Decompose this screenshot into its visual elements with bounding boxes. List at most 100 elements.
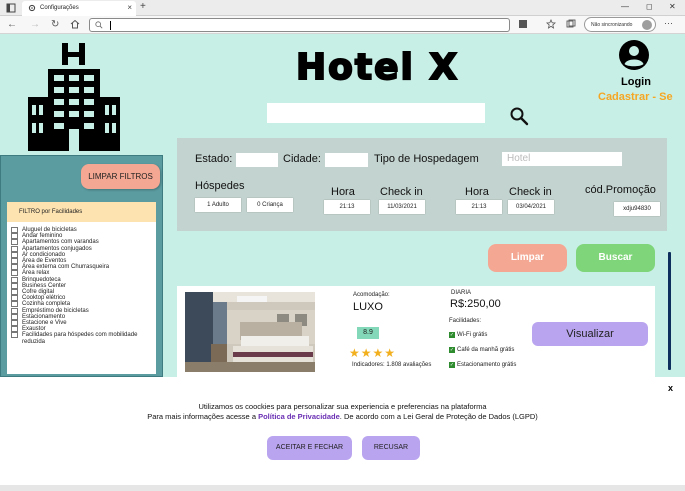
tipo-hospedagem-label: Tipo de Hospedagem — [374, 153, 479, 165]
refresh-icon[interactable]: ↻ — [51, 19, 59, 31]
cookie-message-line1: Utilizamos os coockies para personalizar… — [198, 402, 487, 411]
estado-input[interactable] — [236, 153, 278, 167]
facility-checkbox[interactable] — [11, 320, 18, 327]
facility-checkbox — [11, 339, 18, 345]
hora-label-1: Hora — [331, 186, 355, 198]
facility-checkbox[interactable] — [11, 264, 18, 271]
hora-label-2: Hora — [465, 186, 489, 198]
facility-label: Café da manhã grátis — [457, 347, 515, 353]
cookie-text-before: Para mais informações acesse a — [147, 412, 259, 421]
browser-tab[interactable]: Configurações × — [22, 1, 136, 16]
facility-checkbox[interactable] — [11, 270, 18, 277]
checkin-label-2: Check in — [509, 186, 552, 198]
privacy-policy-link[interactable]: Política de Privacidade — [258, 412, 340, 421]
facility-checkbox[interactable] — [11, 295, 18, 302]
tab-title: Configurações — [40, 5, 79, 11]
favorites-star-icon[interactable] — [546, 19, 556, 29]
room-photo[interactable] — [185, 292, 315, 372]
reader-view-icon[interactable] — [518, 19, 528, 29]
facility-checkbox[interactable] — [11, 313, 18, 320]
promo-code-label: cód.Promoção — [585, 184, 656, 196]
search-icon — [95, 21, 103, 29]
facility-checkbox[interactable] — [11, 251, 18, 258]
hospedes-label: Hóspedes — [195, 180, 245, 192]
clear-button[interactable]: Limpar — [488, 244, 567, 272]
signup-link[interactable]: Cadastrar - Se — [598, 91, 673, 103]
minimize-button[interactable]: — — [621, 2, 629, 11]
tipo-hospedagem-select[interactable]: Hotel — [502, 152, 622, 166]
hotel-building-logo — [28, 43, 120, 151]
user-account-icon[interactable] — [618, 39, 650, 71]
daily-rate-price: R$:250,00 — [450, 298, 501, 310]
close-banner-button[interactable]: x — [668, 383, 673, 393]
promo-code-input[interactable]: xdju94830 — [614, 202, 660, 216]
sync-status-button[interactable]: Não sincronizando — [584, 17, 656, 32]
star-rating: ★★★★ — [349, 346, 397, 360]
results-scrollbar[interactable] — [668, 252, 671, 370]
facility-label: Estacionamento grátis — [457, 362, 517, 368]
cookie-text-after: . De acordo com a Lei Geral de Proteção … — [339, 412, 538, 421]
facilities-filter-header: FILTRO por Facilidades — [7, 202, 156, 222]
clear-filters-button[interactable]: LIMPAR FILTROS — [81, 164, 160, 189]
collections-icon[interactable] — [566, 19, 576, 29]
check-icon: ✓ — [449, 362, 455, 368]
profile-avatar-icon — [642, 20, 652, 30]
window-bottom-edge — [0, 485, 685, 491]
facility-checkbox[interactable] — [11, 307, 18, 314]
facility-checkbox[interactable] — [11, 227, 18, 233]
facility-checkbox[interactable] — [11, 332, 18, 339]
facility-checkbox[interactable] — [11, 326, 18, 333]
facility-filter-item[interactable]: reduzida — [11, 339, 156, 345]
search-icon[interactable] — [509, 106, 529, 126]
facility-label: Wi-Fi grátis — [457, 332, 488, 338]
facility-item: ✓ Café da manhã grátis — [449, 347, 514, 353]
checkin-date-input-2[interactable]: 03/04/2021 — [508, 200, 554, 214]
hora-input-1[interactable]: 21:13 — [324, 200, 370, 214]
facility-filter-label: reduzida — [22, 338, 46, 345]
facilities-label: Facilidades: — [449, 318, 482, 324]
check-icon: ✓ — [449, 347, 455, 353]
home-icon[interactable] — [70, 19, 80, 29]
reject-cookies-button[interactable]: RECUSAR — [362, 436, 420, 460]
tab-actions-icon[interactable] — [6, 3, 16, 13]
accommodation-label: Acomodação: — [353, 292, 390, 298]
facility-checkbox[interactable] — [11, 301, 18, 308]
login-link[interactable]: Login — [621, 76, 651, 88]
accommodation-type: LUXO — [353, 301, 383, 313]
more-options-icon[interactable]: ··· — [664, 18, 673, 28]
hotel-search-input[interactable] — [267, 103, 485, 123]
tab-close-icon[interactable]: × — [127, 3, 132, 12]
checkin-date-input[interactable]: 11/03/2021 — [379, 200, 425, 214]
address-toolbar: ← → ↻ Não sincronizando ··· — [0, 16, 685, 34]
facility-checkbox[interactable] — [11, 289, 18, 296]
facility-checkbox[interactable] — [11, 258, 18, 265]
facility-checkbox[interactable] — [11, 233, 18, 240]
daily-rate-label: DIARIA — [451, 290, 472, 296]
rating-score-badge: 8.9 — [357, 327, 379, 339]
sync-label: Não sincronizando — [591, 22, 633, 28]
view-hotel-button[interactable]: Visualizar — [532, 322, 648, 346]
facility-checkbox[interactable] — [11, 276, 18, 283]
close-window-button[interactable]: ✕ — [669, 2, 676, 11]
cidade-input[interactable] — [325, 153, 368, 167]
search-filters-panel: Estado: Cidade: Tipo de Hospedagem Hotel… — [177, 138, 667, 231]
hora-input-2[interactable]: 21:13 — [456, 200, 502, 214]
children-selector[interactable]: 0 Criança — [247, 198, 293, 212]
adults-selector[interactable]: 1 Adulto — [195, 198, 241, 212]
facility-checkbox[interactable] — [11, 239, 18, 246]
estado-label: Estado: — [195, 153, 233, 165]
new-tab-button[interactable]: + — [140, 1, 146, 12]
accept-cookies-button[interactable]: ACEITAR E FECHAR — [267, 436, 352, 460]
facility-checkbox[interactable] — [11, 282, 18, 289]
hotel-result-card: Acomodação: LUXO 8.9 ★★★★ Indicadores: 1… — [177, 286, 655, 378]
facility-item: ✓ Wi-Fi grátis — [449, 332, 487, 338]
maximize-button[interactable]: ◻ — [646, 2, 653, 11]
review-count: Indicadores: 1.808 avaliações — [352, 362, 432, 368]
forward-icon[interactable]: → — [30, 19, 40, 31]
address-bar[interactable] — [89, 18, 510, 32]
facility-checkbox[interactable] — [11, 245, 18, 252]
back-icon[interactable]: ← — [7, 19, 17, 31]
site-title: Hotel X — [295, 46, 460, 89]
cookie-consent-banner: x Utilizamos os coockies para personaliz… — [0, 377, 685, 485]
search-button[interactable]: Buscar — [576, 244, 655, 272]
